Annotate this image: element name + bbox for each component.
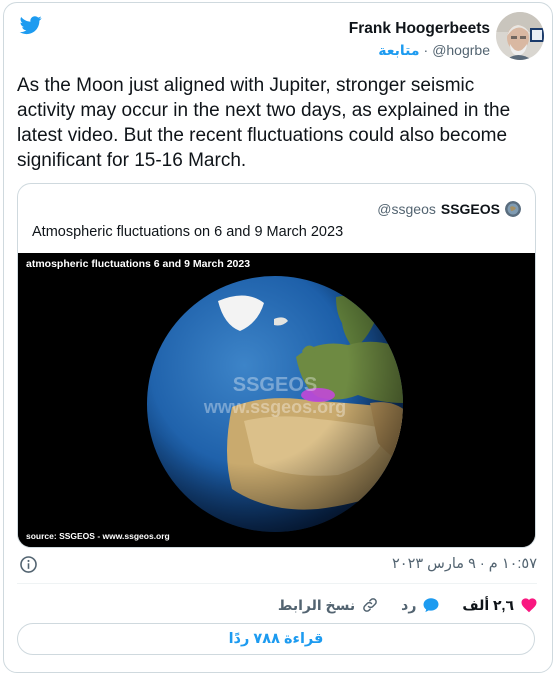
- image-watermark-url: www.ssgeos.org: [203, 397, 346, 417]
- author-info: Frank Hoogerbeets متابعة · @hogrbe: [349, 20, 490, 59]
- info-icon[interactable]: [19, 555, 38, 574]
- twitter-bird-icon[interactable]: [18, 14, 44, 36]
- copy-link-button[interactable]: نسخ الرابط: [278, 596, 379, 614]
- image-source: source: SSGEOS - www.ssgeos.org: [26, 531, 170, 541]
- action-bar: ٢,٦ ألف رد نسخ الرابط: [278, 594, 538, 616]
- copy-link-label: نسخ الرابط: [277, 596, 356, 613]
- timestamp[interactable]: ١٠:٥٧ م · ٩ مارس ٢٠٢٣: [392, 556, 537, 572]
- reply-label: رد: [401, 596, 417, 613]
- quoted-text: Atmospheric fluctuations on 6 and 9 Marc…: [32, 224, 344, 240]
- quoted-avatar: [505, 201, 521, 217]
- author-name[interactable]: Frank Hoogerbeets: [349, 20, 490, 38]
- quoted-name: SSGEOS: [440, 201, 500, 217]
- reply-bubble-icon: [423, 598, 439, 613]
- author-meta: متابعة · @hogrbe: [349, 42, 490, 59]
- quoted-image[interactable]: atmospheric fluctuations 6 and 9 March 2…: [18, 253, 535, 547]
- heart-icon: [521, 598, 537, 613]
- author-handle[interactable]: @hogrbe: [432, 42, 490, 58]
- like-button[interactable]: ٢,٦ ألف: [462, 596, 538, 614]
- divider: [17, 583, 537, 584]
- image-caption: atmospheric fluctuations 6 and 9 March 2…: [26, 258, 250, 270]
- read-replies-button[interactable]: قراءة ٧٨٨ ردًا: [17, 623, 535, 655]
- separator-dot: ·: [423, 42, 429, 58]
- quoted-handle: @ssgeos: [377, 201, 436, 217]
- quoted-author[interactable]: @ssgeos SSGEOS: [377, 201, 521, 217]
- tweet-text: As the Moon just aligned with Jupiter, s…: [17, 75, 511, 171]
- follow-button[interactable]: متابعة: [378, 42, 419, 58]
- like-count: ٢,٦ ألف: [462, 596, 514, 613]
- image-watermark: SSGEOS: [233, 374, 317, 396]
- quoted-tweet[interactable]: @ssgeos SSGEOS Atmospheric fluctuations …: [17, 183, 536, 548]
- link-icon: [363, 598, 378, 612]
- author-avatar[interactable]: [496, 12, 544, 60]
- reply-button[interactable]: رد: [401, 596, 440, 614]
- tweet-meta: ١٠:٥٧ م · ٩ مارس ٢٠٢٣: [17, 553, 537, 577]
